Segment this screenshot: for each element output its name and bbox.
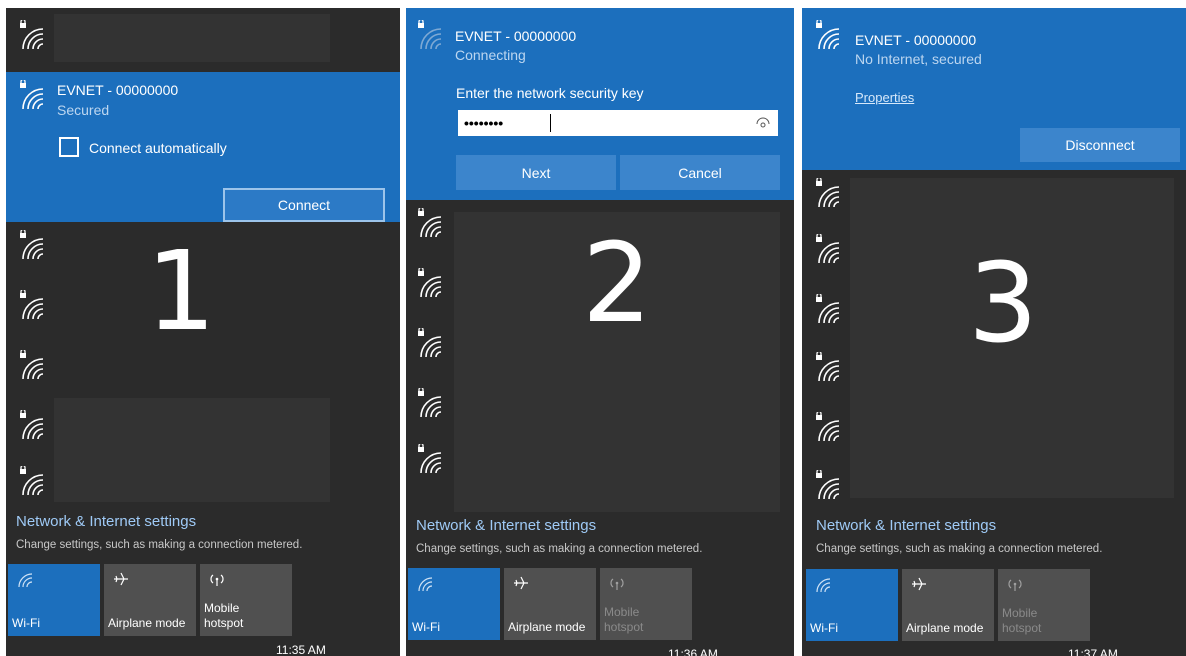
network-status: No Internet, secured: [855, 51, 982, 67]
selected-network[interactable]: EVNET - 00000000 Connecting Enter the ne…: [406, 8, 794, 200]
wifi-secured-icon: [814, 234, 840, 264]
wifi-icon: [416, 574, 434, 592]
properties-link[interactable]: Properties: [855, 90, 914, 105]
wifi-secured-icon: [416, 388, 442, 418]
network-ssid: EVNET - 00000000: [57, 82, 179, 98]
network-settings-description: Change settings, such as making a connec…: [16, 539, 303, 551]
wifi-secured-icon: [18, 20, 44, 50]
next-button[interactable]: Next: [456, 155, 616, 190]
wifi-secured-icon: [18, 230, 44, 260]
network-ssid: EVNET - 00000000: [455, 28, 577, 44]
airplane-mode-tile[interactable]: Airplane mode: [902, 569, 994, 641]
wifi-secured-icon: [814, 178, 840, 208]
panel-divider: [796, 8, 798, 656]
network-item[interactable]: [406, 444, 794, 504]
network-item[interactable]: [6, 398, 400, 466]
wifi-secured-icon: [18, 466, 44, 496]
network-flyout-step-2: EVNET - 00000000 Connecting Enter the ne…: [406, 8, 794, 656]
wifi-tile-label: Wi-Fi: [412, 619, 440, 634]
network-item[interactable]: [802, 412, 1186, 472]
wifi-tile[interactable]: Wi-Fi: [806, 569, 898, 641]
network-settings-link[interactable]: Network & Internet settings: [416, 517, 596, 534]
wifi-tile-label: Wi-Fi: [12, 615, 40, 630]
wifi-secured-icon: [18, 290, 44, 320]
network-flyout-step-1: EVNET - 00000000 Secured Connect automat…: [6, 8, 400, 656]
wifi-icon: [814, 575, 832, 593]
mobile-hotspot-tile[interactable]: Mobile hotspot: [600, 568, 692, 640]
airplane-mode-label: Airplane mode: [906, 620, 984, 635]
mobile-hotspot-label: Mobile hotspot: [204, 601, 244, 630]
wifi-tile-label: Wi-Fi: [810, 620, 838, 635]
mobile-hotspot-tile[interactable]: Mobile hotspot: [998, 569, 1090, 641]
step-number: 3: [968, 239, 1038, 367]
airplane-mode-tile[interactable]: Airplane mode: [104, 564, 196, 636]
taskbar-clock: 11:35 AM: [276, 643, 326, 656]
connect-automatically-label: Connect automatically: [89, 140, 227, 156]
wifi-tile[interactable]: Wi-Fi: [8, 564, 100, 636]
network-item[interactable]: [6, 8, 400, 68]
wifi-secured-icon: [416, 20, 442, 50]
taskbar-clock: 11:37 AM: [1068, 647, 1118, 656]
airplane-icon: [512, 574, 530, 592]
mobile-hotspot-icon: [208, 570, 226, 588]
step-number: 2: [582, 219, 652, 347]
network-flyout-step-3: EVNET - 00000000 No Internet, secured Pr…: [802, 8, 1186, 656]
wifi-secured-icon: [416, 444, 442, 474]
reveal-password-icon[interactable]: [756, 117, 770, 129]
mobile-hotspot-icon: [608, 574, 626, 592]
security-key-value: ••••••••: [464, 115, 504, 131]
connect-button[interactable]: Connect: [223, 188, 385, 222]
wifi-secured-icon: [814, 412, 840, 442]
wifi-secured-icon: [18, 80, 44, 110]
airplane-mode-label: Airplane mode: [108, 615, 186, 630]
text-caret: [550, 114, 551, 132]
wifi-secured-icon: [814, 352, 840, 382]
mobile-hotspot-label: Mobile hotspot: [1002, 606, 1042, 635]
network-item[interactable]: [6, 346, 400, 406]
wifi-secured-icon: [416, 268, 442, 298]
wifi-icon: [16, 570, 34, 588]
network-item[interactable]: [406, 384, 794, 444]
panel-divider: [400, 8, 402, 656]
mobile-hotspot-icon: [1006, 575, 1024, 593]
security-key-prompt: Enter the network security key: [456, 85, 644, 101]
wifi-secured-icon: [814, 470, 840, 500]
network-ssid: EVNET - 00000000: [855, 32, 977, 48]
taskbar-clock: 11:36 AM: [668, 647, 718, 656]
network-settings-link[interactable]: Network & Internet settings: [16, 513, 196, 530]
airplane-icon: [112, 570, 130, 588]
network-settings-description: Change settings, such as making a connec…: [816, 543, 1103, 555]
wifi-secured-icon: [814, 294, 840, 324]
security-key-field[interactable]: ••••••••: [456, 108, 780, 138]
mobile-hotspot-tile[interactable]: Mobile hotspot: [200, 564, 292, 636]
cancel-button[interactable]: Cancel: [620, 155, 780, 190]
airplane-mode-label: Airplane mode: [508, 619, 586, 634]
disconnect-button[interactable]: Disconnect: [1020, 128, 1180, 162]
wifi-secured-icon: [18, 350, 44, 380]
network-settings-description: Change settings, such as making a connec…: [416, 543, 703, 555]
network-item[interactable]: [802, 174, 1186, 234]
selected-network[interactable]: EVNET - 00000000 No Internet, secured Pr…: [802, 8, 1186, 170]
wifi-secured-icon: [416, 208, 442, 238]
network-status: Connecting: [455, 47, 526, 63]
wifi-tile[interactable]: Wi-Fi: [408, 568, 500, 640]
airplane-icon: [910, 575, 928, 593]
connect-automatically-checkbox[interactable]: [59, 137, 79, 157]
mobile-hotspot-label: Mobile hotspot: [604, 605, 644, 634]
wifi-secured-icon: [18, 410, 44, 440]
step-number: 1: [146, 227, 216, 355]
network-status: Secured: [57, 102, 110, 118]
wifi-secured-icon: [416, 328, 442, 358]
wifi-secured-icon: [814, 20, 840, 50]
airplane-mode-tile[interactable]: Airplane mode: [504, 568, 596, 640]
selected-network[interactable]: EVNET - 00000000 Secured Connect automat…: [6, 72, 400, 222]
network-settings-link[interactable]: Network & Internet settings: [816, 517, 996, 534]
